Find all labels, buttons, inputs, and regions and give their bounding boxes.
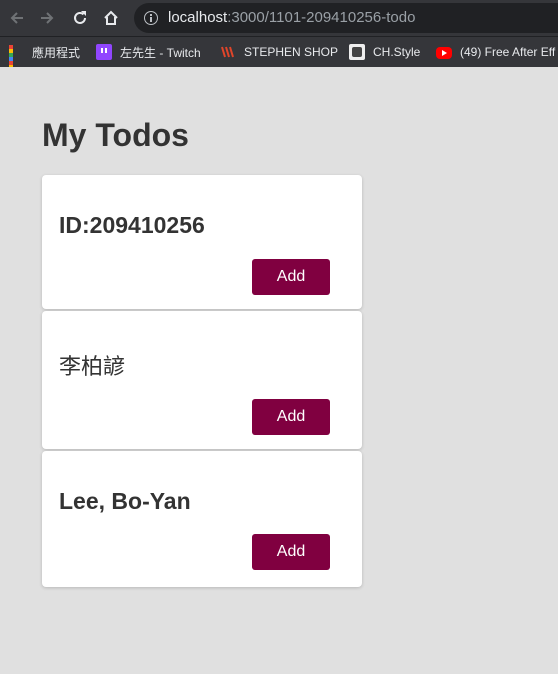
todo-card: 李柏諺 Add <box>42 311 362 449</box>
todo-card: Lee, Bo-Yan Add <box>42 451 362 587</box>
forward-button[interactable] <box>35 6 59 30</box>
bookmark-ch-style[interactable]: CH.Style <box>349 43 420 61</box>
add-button[interactable]: Add <box>252 399 330 435</box>
bookmark-stephen-shop[interactable]: STEPHEN SHOP <box>220 43 338 61</box>
youtube-icon <box>436 47 452 59</box>
bookmark-label: STEPHEN SHOP <box>244 45 339 59</box>
apps-grid-icon <box>8 44 24 67</box>
browser-toolbar: localhost:3000/1101-209410256-todo <box>0 0 558 36</box>
bookmark-label: 應用程式 <box>32 45 81 60</box>
ch-style-icon <box>349 44 365 60</box>
home-icon <box>104 10 118 25</box>
home-button[interactable] <box>99 6 123 30</box>
page-title: My Todos <box>42 117 189 153</box>
url-host: localhost <box>168 9 228 26</box>
todo-list: ID:209410256 Add 李柏諺 Add Lee, Bo-Yan Add <box>42 175 362 589</box>
browser-chrome: localhost:3000/1101-209410256-todo 應用程式 … <box>0 0 558 67</box>
arrow-right-icon <box>41 12 54 24</box>
bookmark-label: 左先生 - Twitch <box>120 45 201 60</box>
stephen-shop-icon <box>220 44 236 60</box>
url-text: localhost:3000/1101-209410256-todo <box>168 9 415 26</box>
todo-text: Lee, Bo-Yan <box>59 488 191 514</box>
add-button[interactable]: Add <box>252 534 330 570</box>
twitch-icon <box>96 44 112 60</box>
reload-icon <box>74 11 86 24</box>
reload-button[interactable] <box>68 6 92 30</box>
back-button[interactable] <box>5 6 29 30</box>
bookmark-apps[interactable]: 應用程式 <box>8 43 81 67</box>
arrow-left-icon <box>10 12 23 24</box>
url-path: :3000/1101-209410256-todo <box>227 9 416 26</box>
address-bar[interactable]: localhost:3000/1101-209410256-todo <box>134 3 558 33</box>
bookmark-twitch[interactable]: 左先生 - Twitch <box>96 43 201 61</box>
bookmark-label: CH.Style <box>373 45 421 59</box>
todo-card: ID:209410256 Add <box>42 175 362 309</box>
add-button[interactable]: Add <box>252 259 330 295</box>
bookmark-label: (49) Free After Eff <box>460 45 556 59</box>
info-icon[interactable] <box>144 11 158 25</box>
todo-text: ID:209410256 <box>59 212 205 238</box>
bookmark-youtube[interactable]: (49) Free After Eff <box>436 43 555 61</box>
todo-text: 李柏諺 <box>59 355 126 380</box>
bookmarks-bar: 應用程式 左先生 - Twitch STEPHEN SHOP CH.Style … <box>0 36 558 67</box>
